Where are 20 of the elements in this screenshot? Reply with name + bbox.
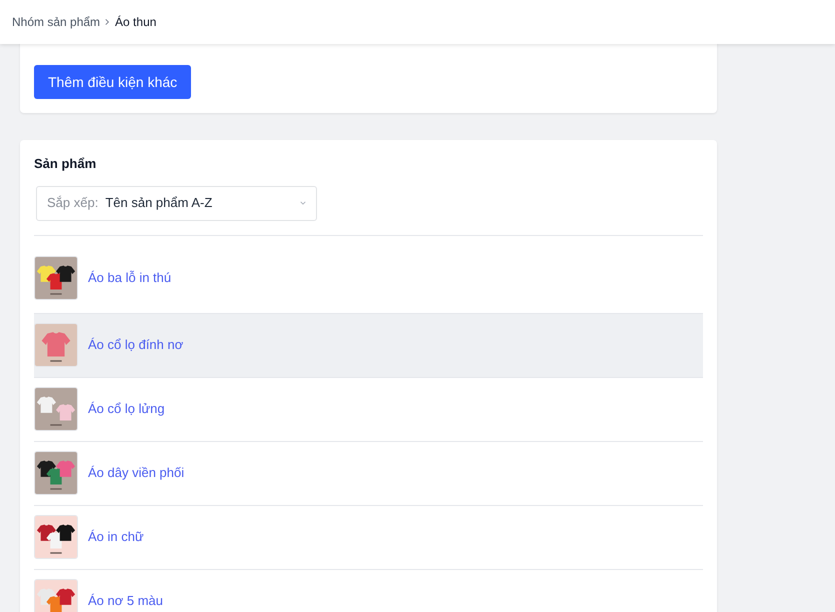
chevron-down-icon xyxy=(300,201,306,205)
sort-value: Tên sản phẩm A-Z xyxy=(105,194,212,212)
add-condition-button[interactable]: Thêm điều kiện khác xyxy=(34,65,192,99)
product-name[interactable]: Áo dây viền phối xyxy=(88,463,184,483)
product-name[interactable]: Áo ba lỗ in thú xyxy=(88,268,172,288)
product-name[interactable]: Áo nơ 5 màu xyxy=(88,591,164,611)
breadcrumb-item[interactable]: Nhóm sản phẩm xyxy=(12,13,100,31)
product-row[interactable]: Áo cổ lọ lửng xyxy=(34,378,703,442)
product-row[interactable]: Áo in chữ xyxy=(34,506,703,570)
chevron-right-icon xyxy=(104,18,112,26)
product-name[interactable]: Áo cổ lọ lửng xyxy=(88,399,165,419)
section-title: Sản phẩm xyxy=(34,155,98,173)
sort-label: Sắp xếp: xyxy=(47,194,98,212)
breadcrumb-item: Áo thun xyxy=(115,14,156,31)
product-row[interactable]: Áo nơ 5 màu xyxy=(34,570,703,612)
product-name[interactable]: Áo cổ lọ đính nơ xyxy=(88,335,184,355)
product-row[interactable]: Áo dây viền phối xyxy=(34,442,703,506)
product-name[interactable]: Áo in chữ xyxy=(88,527,144,547)
product-row[interactable]: Áo cổ lọ đính nơ xyxy=(34,314,703,378)
sort-dropdown[interactable]: Sắp xếp: Tên sản phẩm A-Z xyxy=(36,186,317,220)
